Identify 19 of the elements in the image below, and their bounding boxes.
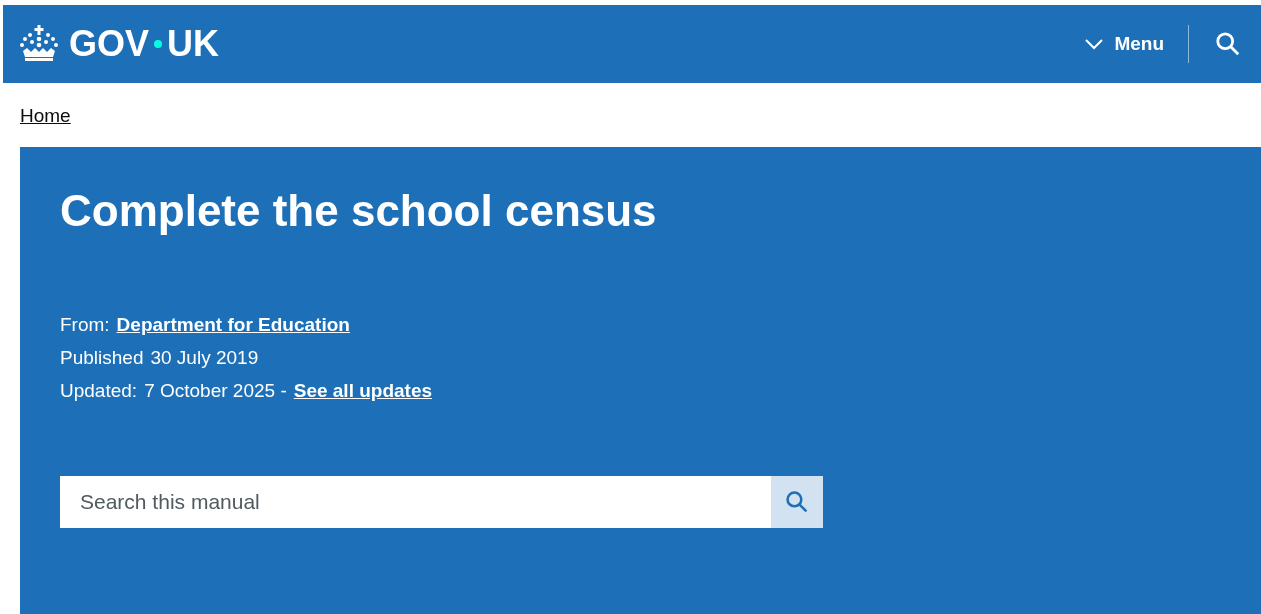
- search-icon: [785, 489, 809, 514]
- page-title: Complete the school census: [60, 185, 658, 237]
- breadcrumb-link[interactable]: Home: [20, 105, 71, 126]
- search-button[interactable]: [1215, 31, 1241, 57]
- meta-label: Published: [60, 346, 144, 369]
- logo-link[interactable]: GOV UK: [19, 23, 219, 65]
- chevron-icon: [1084, 38, 1105, 50]
- search-button[interactable]: [771, 475, 823, 528]
- meta-label: Updated:: [60, 379, 138, 402]
- meta-value: 7 October 2025 -: [144, 379, 287, 402]
- meta-value: 30 July 2019: [150, 346, 259, 369]
- meta-label: From:: [60, 313, 110, 336]
- search-icon: [1215, 31, 1241, 57]
- dot-icon: [154, 40, 162, 48]
- crown-icon: [19, 24, 59, 64]
- search-field[interactable]: Search this manual: [60, 475, 771, 528]
- updates-link[interactable]: See all updates: [293, 379, 433, 402]
- menu-button[interactable]: Menu: [1084, 33, 1164, 55]
- organisation-link[interactable]: Department for Education: [116, 313, 350, 336]
